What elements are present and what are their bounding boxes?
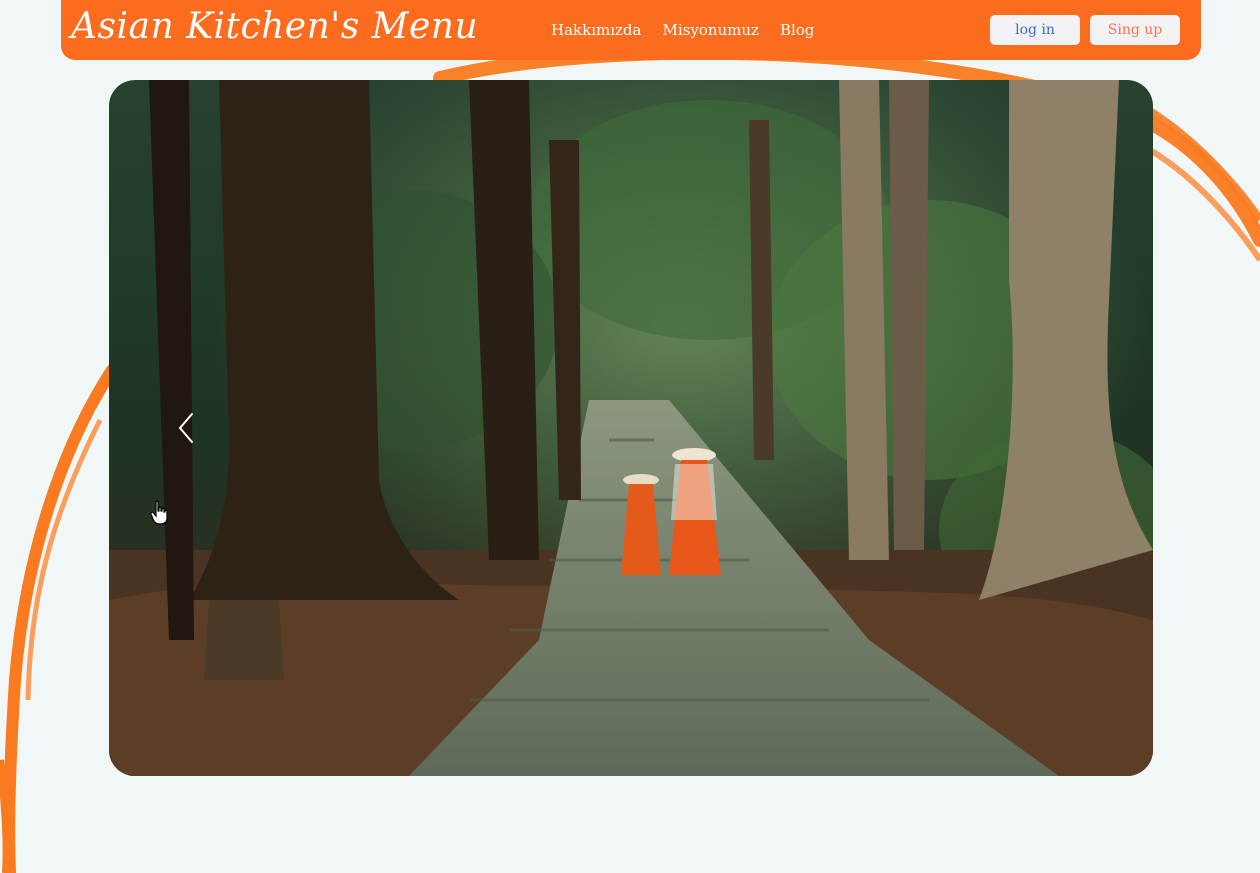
chevron-left-icon[interactable] <box>168 408 208 448</box>
nav-link-hakkimizda[interactable]: Hakkımızda <box>551 18 641 42</box>
login-button[interactable]: log in <box>990 15 1080 45</box>
hero-carousel-image <box>109 80 1153 776</box>
brand-logo[interactable]: Asian Kitchen's Menu <box>71 4 478 50</box>
hand-cursor-icon <box>150 500 168 525</box>
nav-links: Hakkımızda Misyonumuz Blog <box>551 18 814 42</box>
nav-link-misyonumuz[interactable]: Misyonumuz <box>662 18 758 42</box>
signup-button[interactable]: Sing up <box>1090 15 1180 45</box>
page: Asian Kitchen's Menu Hakkımızda Misyonum… <box>0 0 1260 873</box>
nav-link-blog[interactable]: Blog <box>780 18 814 42</box>
navbar: Asian Kitchen's Menu Hakkımızda Misyonum… <box>61 0 1201 60</box>
forest-path-image <box>109 80 1153 776</box>
